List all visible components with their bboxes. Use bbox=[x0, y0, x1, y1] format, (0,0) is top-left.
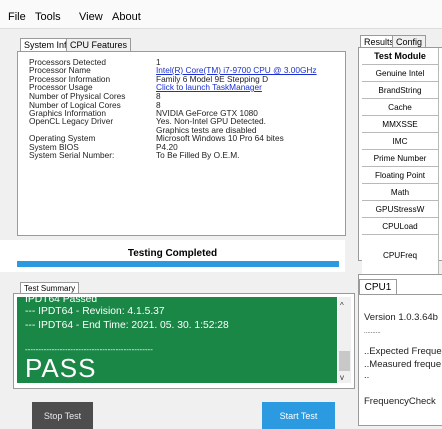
pass-result: PASS bbox=[25, 353, 97, 383]
test-module-panel: Test Module Genuine Intel BrandString Cache… bbox=[358, 47, 442, 277]
tab-cpu1[interactable]: CPU1 bbox=[359, 279, 397, 294]
cpu-line: Version 1.0.3.64b bbox=[364, 312, 438, 323]
test-module-item[interactable]: BrandString bbox=[362, 82, 439, 99]
summary-line: --- IPDT64 - Revision: 4.1.5.37 bbox=[25, 306, 165, 317]
menu-tools[interactable]: Tools bbox=[35, 11, 61, 23]
stop-test-button[interactable]: Stop Test bbox=[32, 402, 93, 429]
sysinfo-value[interactable]: Click to launch TaskManager bbox=[156, 83, 262, 92]
cpu-line: ..Measured freque bbox=[364, 359, 442, 370]
scroll-down-icon[interactable]: v bbox=[340, 373, 344, 382]
test-summary-panel: IPDT64 Passed --- IPDT64 - Revision: 4.1… bbox=[13, 293, 355, 389]
scrollbar[interactable]: ^ v bbox=[338, 297, 351, 383]
test-module-item[interactable]: IMC bbox=[362, 133, 439, 150]
cpu-line: .......... bbox=[364, 329, 381, 335]
test-module-item[interactable]: CPUFreq bbox=[362, 235, 439, 277]
progress-fill bbox=[17, 261, 339, 267]
tab-cpu-features[interactable]: CPU Features bbox=[66, 38, 132, 51]
test-module-header: Test Module bbox=[362, 48, 439, 65]
test-summary-output: IPDT64 Passed --- IPDT64 - Revision: 4.1… bbox=[17, 297, 337, 383]
test-module-item[interactable]: GPUStressW bbox=[362, 201, 439, 218]
menu-file[interactable]: File bbox=[8, 11, 26, 23]
menu-view[interactable]: View bbox=[79, 11, 103, 23]
menu-about[interactable]: About bbox=[112, 11, 141, 23]
test-module-item[interactable]: Prime Number bbox=[362, 150, 439, 167]
scroll-up-icon[interactable]: ^ bbox=[340, 301, 344, 310]
status-area: Testing Completed bbox=[0, 240, 345, 272]
summary-line: --- IPDT64 - End Time: 2021. 05. 30. 1:5… bbox=[25, 320, 229, 331]
sysinfo-value: To Be Filled By O.E.M. bbox=[156, 150, 240, 160]
menu-bar: File Tools View About bbox=[0, 0, 442, 29]
test-module-item[interactable]: Genuine Intel bbox=[362, 65, 439, 82]
progress-bar bbox=[17, 261, 339, 267]
sysinfo-label: System Serial Number: bbox=[29, 150, 115, 160]
test-module-item[interactable]: MMXSSE bbox=[362, 116, 439, 133]
system-info-panel: Processors Detected 1 Processor Name Intel(… bbox=[17, 51, 346, 236]
cpu-line: .. bbox=[364, 370, 370, 381]
cpu-line: FrequencyCheck bbox=[364, 396, 436, 407]
test-module-item[interactable]: Math bbox=[362, 184, 439, 201]
test-module-item[interactable]: CPULoad bbox=[362, 218, 439, 235]
summary-line: IPDT64 Passed bbox=[25, 297, 98, 305]
cpu-line: ..Expected Freque bbox=[364, 346, 442, 357]
test-module-item[interactable]: Floating Point bbox=[362, 167, 439, 184]
test-module-item[interactable]: Cache bbox=[362, 99, 439, 116]
scroll-thumb[interactable] bbox=[339, 351, 350, 371]
status-text: Testing Completed bbox=[127, 248, 218, 259]
cpu-panel: CPU1 Version 1.0.3.64b .......... ..Expe… bbox=[358, 274, 442, 426]
start-test-button[interactable]: Start Test bbox=[262, 402, 335, 429]
sysinfo-label: OpenCL Legacy Driver bbox=[29, 116, 114, 126]
